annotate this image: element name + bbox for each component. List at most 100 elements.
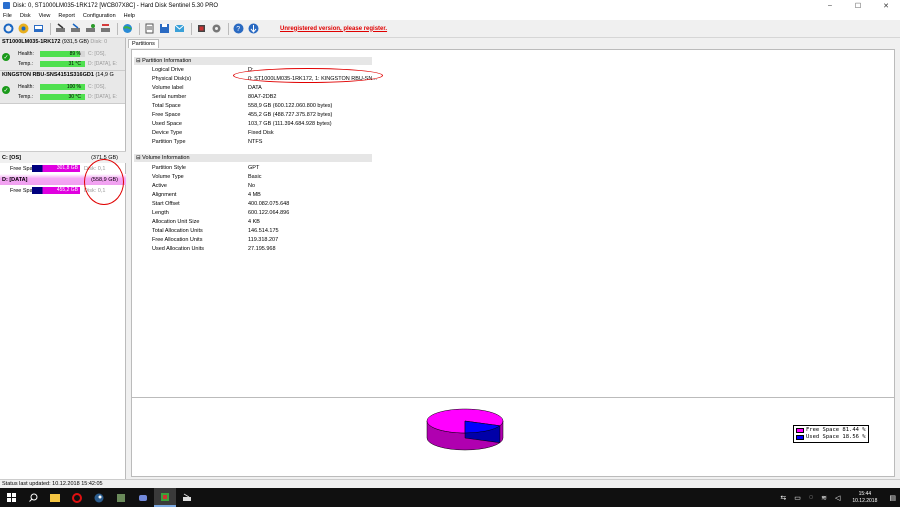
property-name: Start Offset (152, 200, 180, 207)
network-icon[interactable]: ⇆ (780, 494, 786, 502)
chip-icon[interactable] (195, 22, 208, 35)
property-value: 400.082.075.648 (248, 200, 290, 207)
wifi-icon[interactable]: ≋ (821, 494, 827, 502)
menu-help[interactable]: Help (124, 13, 135, 19)
property-value: DATA (248, 84, 262, 91)
minimize-button[interactable]: – (816, 0, 844, 11)
send-icon[interactable] (173, 22, 186, 35)
disk-entry-1[interactable]: KINGSTON RBU-SNS4151S316GD1 (14,9 G ✓ He… (0, 71, 125, 104)
property-name: Length (152, 209, 169, 216)
app-icon-2[interactable] (176, 488, 198, 507)
disk-list-panel: ST1000LM035-1RK172 (931,5 GB) Disk: 0 ✓ … (0, 38, 126, 479)
settings-icon[interactable] (210, 22, 223, 35)
toolbar-separator (139, 22, 140, 35)
volume-name: C: [OS] (2, 154, 21, 161)
health-ok-icon: ✓ (2, 53, 10, 61)
app-icon (3, 2, 10, 9)
menu-report[interactable]: Report (58, 13, 75, 19)
clock-date: 10.12.2018 (852, 497, 878, 504)
property-value: GPT (248, 164, 260, 171)
disk-size: (14,9 G (95, 72, 114, 78)
disk-info-icon[interactable] (17, 22, 30, 35)
volume-info-row: Active No (152, 181, 255, 190)
partition-info-row: Device Type Fixed Disk (152, 128, 274, 137)
temp-bar: 31 °C (40, 61, 85, 67)
pie-chart (426, 408, 504, 451)
partition-info-box: ⊟ Partition Information Logical Drive D: P… (131, 49, 895, 429)
legend-label: Free Space 81.44 % (806, 427, 866, 433)
hds-taskbar-icon[interactable] (154, 488, 176, 507)
save-icon[interactable] (158, 22, 171, 35)
steam-icon[interactable] (88, 488, 110, 507)
menu-configuration[interactable]: Configuration (83, 13, 116, 19)
property-name: Partition Style (152, 164, 186, 171)
menu-view[interactable]: View (39, 13, 51, 19)
toolbar-separator (50, 22, 51, 35)
update-icon[interactable] (247, 22, 260, 35)
property-value: 455,2 GB (488.727.375.872 bytes) (248, 111, 333, 118)
partition-info-row: Total Space 558,9 GB (600.122.060.800 byt… (152, 101, 332, 110)
start-icon[interactable] (0, 488, 22, 507)
document-icon[interactable] (143, 22, 156, 35)
property-name: Alignment (152, 191, 177, 198)
partition-info-row: Used Space 103,7 GB (111.394.684.928 byte… (152, 119, 332, 128)
clock[interactable]: 15:44 10.12.2018 (852, 491, 877, 505)
action-center-icon[interactable]: ▤ (889, 494, 896, 502)
free-space-label: Free Space (10, 165, 39, 172)
menu-file[interactable]: File (3, 13, 12, 19)
temp-bar: 30 °C (40, 94, 85, 100)
title-bar: Disk: 0, ST1000LM035-1RK172 [WCB07X8C] -… (0, 0, 900, 11)
free-space-bar: 455,2 GB (32, 187, 80, 194)
volume-info-row: Total Allocation Units 146.514.175 (152, 226, 279, 235)
maximize-button[interactable]: ☐ (844, 0, 872, 11)
partition-info-row: Serial number 80A7-2DB2 (152, 92, 276, 101)
legend-swatch (796, 428, 804, 433)
toolbar-separator (191, 22, 192, 35)
property-value: 27.195.968 (248, 245, 276, 252)
close-button[interactable]: ✕ (872, 0, 900, 11)
health-row: Health: 89 % C: [OS], (18, 51, 106, 57)
search-icon[interactable] (22, 488, 44, 507)
disk-name: KINGSTON RBU-SNS4151S316GD1 (2, 72, 94, 78)
volume-info-row: Free Allocation Units 119.318.207 (152, 235, 278, 244)
health-bar: 100 % (40, 84, 85, 90)
discord-icon[interactable] (132, 488, 154, 507)
volume-icon[interactable]: ◁ (835, 494, 840, 502)
volume-info-row: Length 600.122.064.896 (152, 208, 289, 217)
menu-disk[interactable]: Disk (20, 13, 31, 19)
free-space-bar: 301,8 GB (32, 165, 80, 172)
disk-entry-0[interactable]: ST1000LM035-1RK172 (931,5 GB) Disk: 0 ✓ … (0, 38, 125, 71)
file-explorer-icon[interactable] (44, 488, 66, 507)
legend-label: Used Space 18.56 % (806, 434, 866, 440)
svg-text:?: ? (236, 26, 240, 33)
partition-info-row: Partition Type NTFS (152, 137, 262, 146)
help-icon[interactable]: ? (232, 22, 245, 35)
property-name: Allocation Unit Size (152, 218, 200, 225)
property-name: Used Space (152, 120, 182, 127)
toolbar-separator (117, 22, 118, 35)
app-icon-1[interactable] (110, 488, 132, 507)
clock-time: 15:44 (858, 490, 872, 497)
disk-test2-icon[interactable] (69, 22, 82, 35)
tab-partitions[interactable]: Partitions (128, 39, 159, 48)
battery-icon[interactable]: ▭ (794, 494, 801, 502)
property-value: 146.514.175 (248, 227, 279, 234)
disk-repair-icon[interactable] (99, 22, 112, 35)
legend-item-free: Free Space 81.44 % (796, 427, 866, 434)
disk-title: KINGSTON RBU-SNS4151S316GD1 (14,9 G (2, 72, 123, 78)
health-row: Health: 100 % C: [OS], (18, 84, 106, 90)
red-annotation-circle (84, 159, 124, 205)
property-value: 80A7-2DB2 (248, 93, 277, 100)
globe-icon[interactable] (121, 22, 134, 35)
refresh-icon[interactable] (2, 22, 15, 35)
report-icon[interactable] (32, 22, 45, 35)
disk-test-icon[interactable] (54, 22, 67, 35)
disk-tool-icon[interactable] (84, 22, 97, 35)
partition-info-header: ⊟ Partition Information (134, 57, 372, 65)
menu-bar: File Disk View Report Configuration Help (0, 11, 900, 20)
status-bar: Status last updated: 10.12.2018 15:42:05 (0, 479, 900, 488)
notification-icon[interactable]: ◌ (809, 494, 813, 501)
property-name: Device Type (152, 129, 183, 136)
opera-icon[interactable] (66, 488, 88, 507)
unregistered-link[interactable]: Unregistered version, please register. (280, 26, 387, 32)
